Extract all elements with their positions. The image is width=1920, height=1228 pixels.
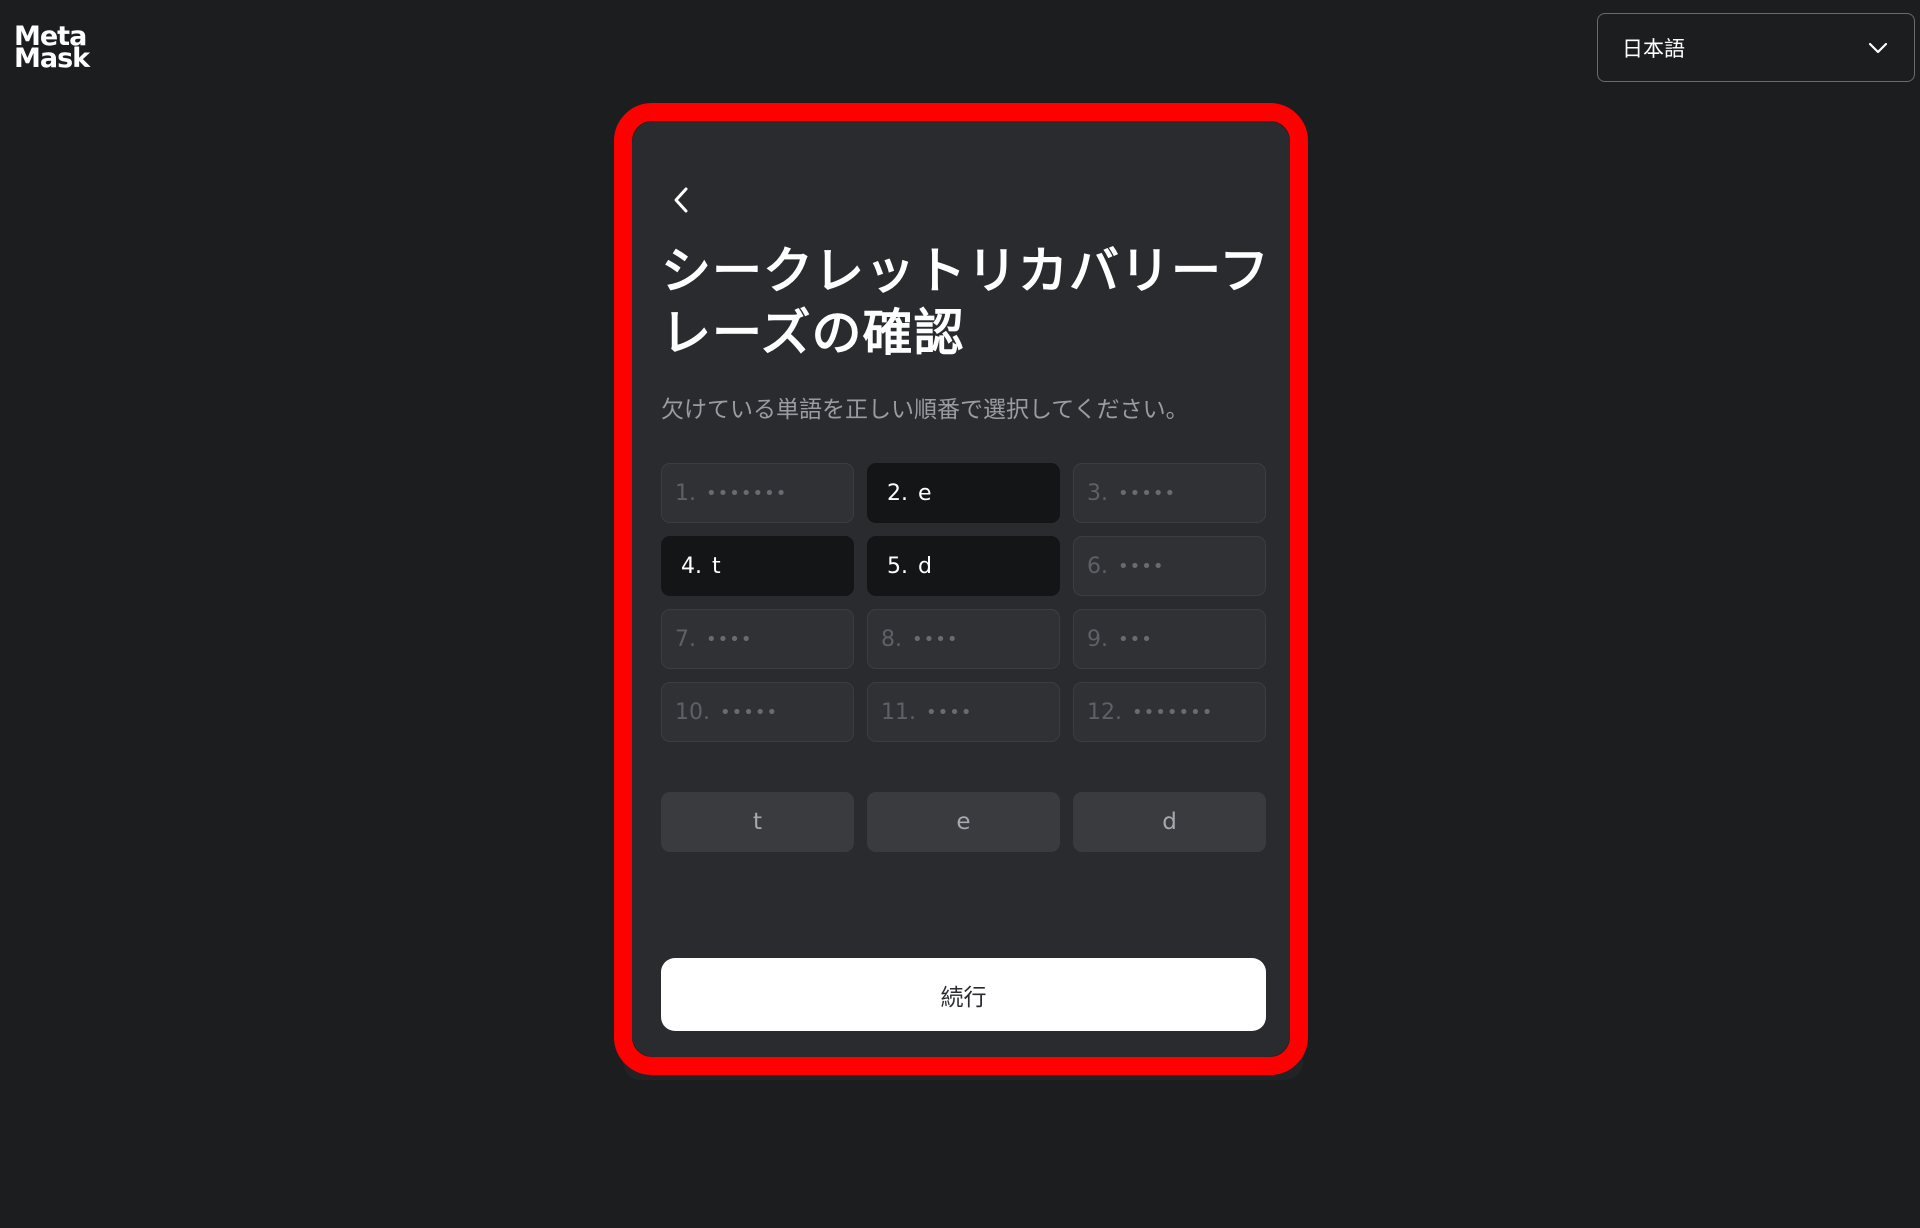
- word-choice-chip[interactable]: d: [1073, 792, 1266, 852]
- word-slot-hidden: 12. •••••••: [1073, 682, 1266, 742]
- word-slot-number: 6.: [1087, 553, 1108, 579]
- recovery-phrase-grid: 1. ••••••• 2. e 3. ••••• 4. t 5. d 6. •••• 7. •••• 8. •…: [661, 463, 1266, 742]
- page-title: シークレットリカバリーフレーズの確認: [661, 242, 1270, 362]
- word-slot-hidden: 9. •••: [1073, 609, 1266, 669]
- word-slot-number: 12.: [1087, 699, 1122, 725]
- word-slot-hidden: 3. •••••: [1073, 463, 1266, 523]
- word-slot-number: 9.: [1087, 626, 1108, 652]
- word-slot-mask: •••••••: [1132, 701, 1214, 723]
- word-slot-filled[interactable]: 2. e: [867, 463, 1060, 523]
- word-slot-number: 5.: [887, 553, 908, 579]
- word-slot-hidden: 10. •••••: [661, 682, 854, 742]
- language-select-value: 日本語: [1622, 36, 1685, 61]
- word-slot-mask: •••••••: [706, 482, 788, 504]
- word-slot-number: 7.: [675, 626, 696, 652]
- word-choice-chip[interactable]: t: [661, 792, 854, 852]
- continue-button[interactable]: 続行: [661, 958, 1266, 1031]
- word-slot-hidden: 6. ••••: [1073, 536, 1266, 596]
- chevron-down-icon: [1868, 42, 1888, 53]
- word-slot-hidden: 11. ••••: [867, 682, 1060, 742]
- word-slot-mask: ••••: [1118, 555, 1165, 577]
- logo-text-line2: Mask: [14, 43, 90, 74]
- word-slot-number: 8.: [881, 626, 902, 652]
- word-slot-word: e: [918, 480, 932, 506]
- back-button[interactable]: [660, 178, 704, 222]
- word-slot-hidden: 7. ••••: [661, 609, 854, 669]
- word-slot-number: 4.: [681, 553, 702, 579]
- word-slot-mask: ••••: [912, 628, 959, 650]
- word-slot-number: 11.: [881, 699, 916, 725]
- word-choice-row: ted: [661, 792, 1266, 852]
- word-slot-filled[interactable]: 5. d: [867, 536, 1060, 596]
- word-slot-mask: •••••: [1118, 482, 1177, 504]
- word-slot-number: 10.: [675, 699, 710, 725]
- word-slot-number: 1.: [675, 480, 696, 506]
- chevron-left-icon: [674, 187, 688, 213]
- word-slot-hidden: 1. •••••••: [661, 463, 854, 523]
- word-slot-number: 2.: [887, 480, 908, 506]
- instruction-text: 欠けている単語を正しい順番で選択してください。: [661, 397, 1189, 423]
- word-slot-number: 3.: [1087, 480, 1108, 506]
- word-slot-word: d: [918, 553, 932, 579]
- word-choice-chip[interactable]: e: [867, 792, 1060, 852]
- word-slot-mask: ••••: [926, 701, 973, 723]
- word-slot-mask: •••: [1118, 628, 1153, 650]
- metamask-logo: Meta Mask: [14, 23, 110, 74]
- word-slot-mask: ••••: [706, 628, 753, 650]
- word-slot-mask: •••••: [720, 701, 779, 723]
- word-slot-hidden: 8. ••••: [867, 609, 1060, 669]
- word-slot-filled[interactable]: 4. t: [661, 536, 854, 596]
- word-slot-word: t: [712, 553, 721, 579]
- language-select[interactable]: 日本語: [1597, 13, 1915, 82]
